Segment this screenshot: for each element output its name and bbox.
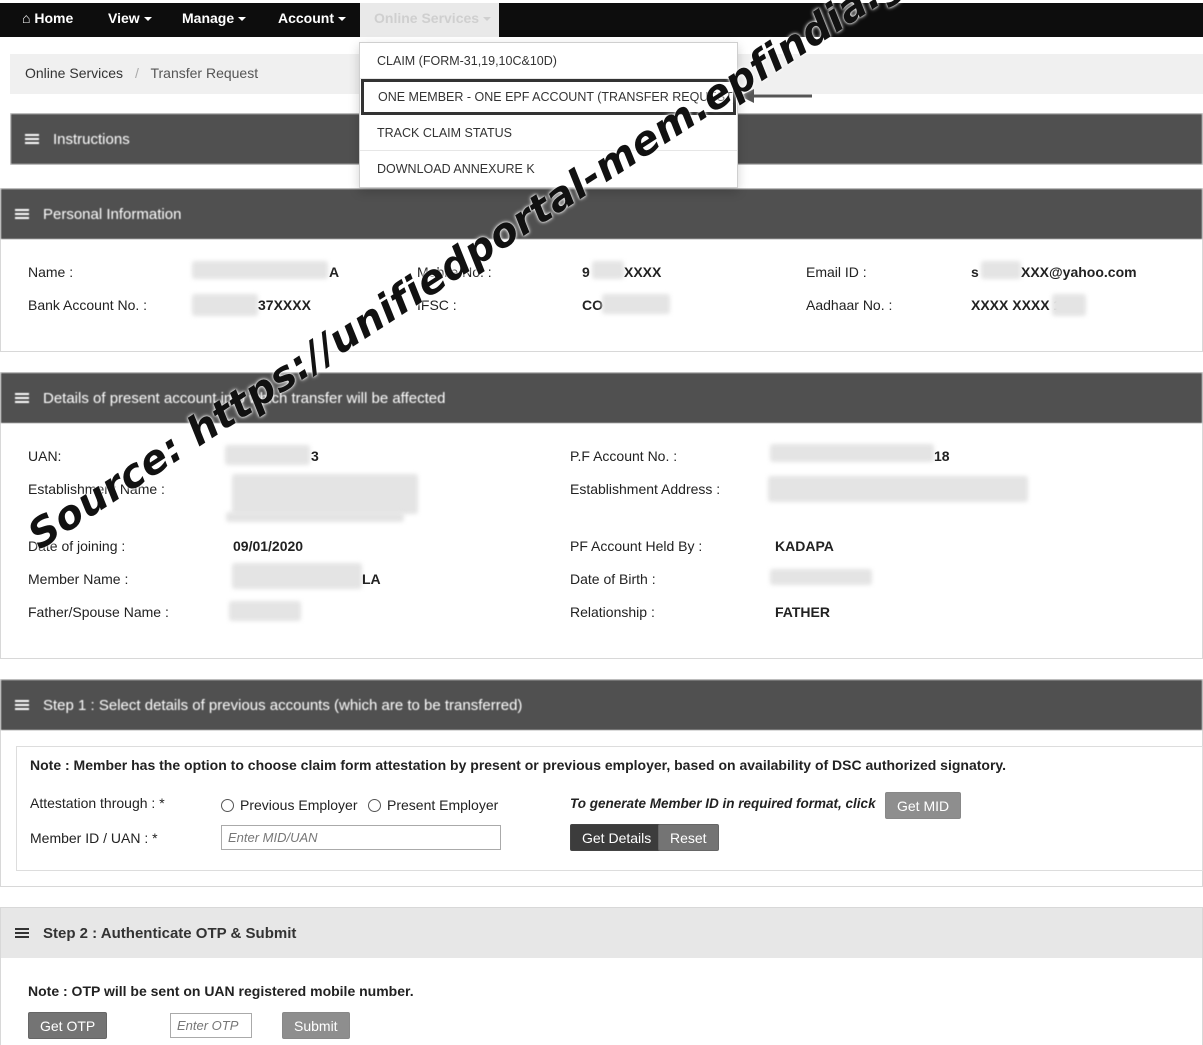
nav-manage[interactable]: Manage <box>168 3 260 37</box>
menu-icon <box>25 134 39 144</box>
email-suffix: XXX@yahoo.com <box>1021 264 1137 280</box>
date-of-joining-value: 09/01/2020 <box>233 538 304 554</box>
member-id-input[interactable] <box>221 825 501 850</box>
nav-online-services[interactable]: Online Services <box>360 3 499 37</box>
aadhaar-label: Aadhaar No. : <box>806 297 893 313</box>
attestation-note: Note : Member has the option to choose c… <box>30 757 1007 773</box>
caret-down-icon <box>338 17 346 22</box>
redacted-block <box>770 569 872 585</box>
get-mid-button[interactable]: Get MID <box>885 792 962 819</box>
email-label: Email ID : <box>806 264 867 280</box>
redacted-block <box>592 261 624 279</box>
name-value: A <box>329 264 340 280</box>
redacted-block <box>192 294 258 316</box>
redacted-block <box>981 261 1021 279</box>
menu-icon <box>15 928 29 938</box>
caret-down-icon <box>483 17 492 22</box>
redacted-block <box>770 444 934 462</box>
member-name-label: Member Name : <box>28 571 129 587</box>
redacted-block <box>232 563 362 589</box>
member-id-label: Member ID / UAN : * <box>30 830 158 846</box>
reset-button[interactable]: Reset <box>658 824 719 851</box>
caret-down-icon <box>238 17 247 22</box>
caret-down-icon <box>143 17 152 22</box>
breadcrumb-current: Transfer Request <box>150 65 259 81</box>
bank-account-label: Bank Account No. : <box>28 297 148 313</box>
redacted-block <box>192 261 328 279</box>
relationship-value: FATHER <box>775 604 830 620</box>
redacted-block <box>226 512 404 522</box>
otp-note: Note : OTP will be sent on UAN registere… <box>28 983 414 999</box>
establishment-address-label: Establishment Address : <box>570 481 721 497</box>
breadcrumb-root[interactable]: Online Services <box>25 65 123 81</box>
mobile-suffix: XXXX <box>624 264 662 280</box>
previous-employer-option[interactable]: Previous Employer <box>221 797 358 813</box>
bank-account-value: 37XXXX <box>258 297 311 313</box>
email-prefix: s <box>971 264 979 280</box>
otp-input[interactable] <box>170 1013 252 1038</box>
menu-item-claim[interactable]: CLAIM (FORM-31,19,10C&10D) <box>360 43 737 79</box>
pf-account-value: 18 <box>934 448 950 464</box>
step1-heading: Step 1 : Select details of previous acco… <box>1 680 1202 730</box>
step2-heading: Step 2 : Authenticate OTP & Submit <box>1 908 1202 958</box>
uan-label: UAN: <box>28 448 62 464</box>
member-name-value: LA <box>362 571 381 587</box>
father-spouse-label: Father/Spouse Name : <box>28 604 169 620</box>
menu-icon <box>15 209 29 219</box>
redacted-block <box>602 294 670 314</box>
pf-held-by-label: PF Account Held By : <box>570 538 703 554</box>
redacted-block <box>229 601 301 621</box>
name-label: Name : <box>28 264 74 280</box>
uan-value: 3 <box>311 448 319 464</box>
nav-account[interactable]: Account <box>264 3 360 37</box>
pf-account-label: P.F Account No. : <box>570 448 678 464</box>
aadhaar-value: XXXX XXXX 1 <box>971 297 1062 313</box>
get-otp-button[interactable]: Get OTP <box>28 1012 108 1039</box>
nav-home[interactable]: ⌂ Home <box>8 3 87 37</box>
redacted-block <box>225 445 310 465</box>
mobile-prefix: 9 <box>582 264 590 280</box>
present-employer-radio[interactable] <box>368 799 381 812</box>
submit-button[interactable]: Submit <box>282 1012 350 1039</box>
present-employer-option[interactable]: Present Employer <box>368 797 498 813</box>
date-of-birth-label: Date of Birth : <box>570 571 656 587</box>
get-details-button[interactable]: Get Details <box>570 824 664 851</box>
relationship-label: Relationship : <box>570 604 655 620</box>
redacted-block <box>232 474 418 514</box>
mid-hint-text: To generate Member ID in required format… <box>570 796 876 811</box>
attestation-label: Attestation through : * <box>30 795 165 811</box>
previous-employer-radio[interactable] <box>221 799 234 812</box>
top-navbar: ⌂ Home View Manage Account Online Servic… <box>0 0 1203 37</box>
home-icon: ⌂ <box>22 10 31 26</box>
ifsc-value: CO <box>582 297 603 313</box>
pf-held-by-value: KADAPA <box>775 538 834 554</box>
nav-view[interactable]: View <box>94 3 166 37</box>
menu-icon <box>15 700 29 710</box>
breadcrumb-separator: / <box>134 65 139 81</box>
menu-icon <box>15 393 29 403</box>
redacted-block <box>768 476 1028 502</box>
redacted-block <box>1052 294 1086 316</box>
